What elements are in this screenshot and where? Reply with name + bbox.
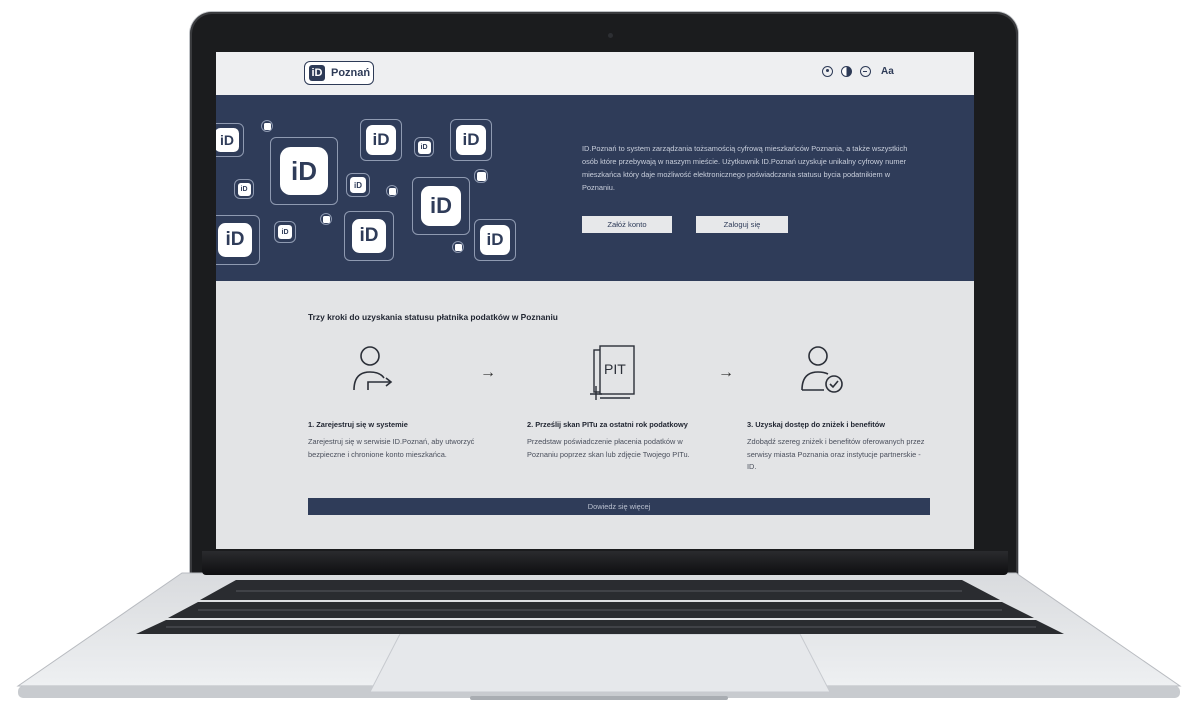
id-tile-icon: iD xyxy=(270,137,338,205)
id-tile-icon: iD xyxy=(216,123,244,157)
id-tile-icon: iD xyxy=(360,119,402,161)
id-tile-icon xyxy=(261,120,273,132)
step-2-heading: 2. Prześlij skan PITu za ostatni rok pod… xyxy=(527,420,688,429)
id-tile-icon: iD xyxy=(414,137,434,157)
id-tile-icon: iD xyxy=(474,219,516,261)
id-tile-icon xyxy=(474,169,488,183)
register-button[interactable]: Załóż konto xyxy=(582,216,672,233)
contrast-icon[interactable] xyxy=(841,66,852,77)
id-tile-icon: iD xyxy=(344,211,394,261)
user-verified-icon xyxy=(801,346,843,393)
id-tile-icon: iD xyxy=(412,177,470,235)
id-tile-icon: iD xyxy=(216,215,260,265)
user-icon[interactable] xyxy=(822,66,833,77)
step-1-text: Zarejestruj się w serwisie ID.Poznań, ab… xyxy=(308,437,475,459)
top-bar: iD Poznań Aa xyxy=(216,52,974,95)
minus-icon[interactable] xyxy=(860,66,871,77)
pit-label: PIT xyxy=(604,361,626,377)
id-tile-icon xyxy=(320,213,332,225)
step-3-text: Zdobądź szereg zniżek i benefitów oferow… xyxy=(747,437,925,471)
browser-screen: iD Poznań Aa iD iD iD iD iD iD iD iD iD … xyxy=(216,52,974,549)
pit-document-icon: PIT xyxy=(590,345,635,400)
arrow-icon: → xyxy=(480,364,496,381)
id-tile-icon xyxy=(452,241,464,253)
logo-text: Poznań xyxy=(331,67,371,79)
learn-more-button[interactable]: Dowiedz się więcej xyxy=(308,498,930,515)
step-1-heading: 1. Zarejestruj się w systemie xyxy=(308,420,408,429)
hero-description: ID.Poznań to system zarządzania tożsamoś… xyxy=(582,144,908,192)
font-size-button[interactable]: Aa xyxy=(881,66,894,77)
id-tile-icon: iD xyxy=(450,119,492,161)
steps-title: Trzy kroki do uzyskania statusu płatnika… xyxy=(308,312,558,322)
step-3-heading: 3. Uzyskaj dostęp do zniżek i benefitów xyxy=(747,420,885,429)
camera-icon xyxy=(608,33,613,38)
login-button[interactable]: Zaloguj się xyxy=(696,216,788,233)
laptop-hinge xyxy=(202,551,1008,575)
arrow-icon: → xyxy=(718,364,734,381)
user-register-icon xyxy=(353,346,393,391)
id-tile-icon: iD xyxy=(234,179,254,199)
logo-button[interactable]: iD Poznań xyxy=(304,61,374,85)
hero-banner: iD iD iD iD iD iD iD iD iD iD iD iD ID.P… xyxy=(216,95,974,281)
id-tile-icon: iD xyxy=(346,173,370,197)
id-tile-icon: iD xyxy=(274,221,296,243)
accessibility-tools: Aa xyxy=(822,66,894,77)
id-tile-icon xyxy=(386,185,398,197)
id-logo-icon: iD xyxy=(309,65,325,81)
step-2-text: Przedstaw poświadczenie płacenia podatkó… xyxy=(527,437,690,459)
